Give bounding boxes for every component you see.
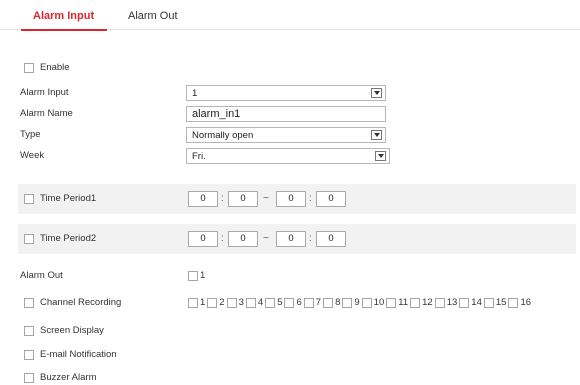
time-period1-row: Time Period1 0 : 0 ~ 0 : 0 bbox=[18, 184, 576, 214]
channel-1-checkbox[interactable] bbox=[188, 297, 198, 308]
alarm-out-1-checkbox[interactable] bbox=[188, 271, 198, 281]
channel-12-checkbox[interactable] bbox=[410, 297, 421, 308]
channel-9-label: 9 bbox=[354, 297, 360, 308]
enable-checkbox[interactable] bbox=[24, 63, 34, 73]
channel-13-checkbox[interactable] bbox=[434, 297, 445, 308]
enable-label: Enable bbox=[40, 62, 70, 73]
channel-3-label: 3 bbox=[238, 297, 244, 308]
tab-bar: Alarm Input Alarm Out bbox=[0, 0, 580, 31]
tab-alarm-out[interactable]: Alarm Out bbox=[128, 10, 178, 22]
time-colon: : bbox=[309, 233, 312, 244]
channel-2-checkbox[interactable] bbox=[207, 297, 218, 308]
week-value: Fri. bbox=[192, 151, 206, 162]
channel-15-label: 15 bbox=[495, 297, 507, 308]
channel-5-checkbox[interactable] bbox=[265, 297, 276, 308]
type-select[interactable]: Normally open bbox=[186, 127, 386, 143]
channel-13-label: 13 bbox=[446, 297, 458, 308]
type-value: Normally open bbox=[192, 130, 254, 141]
channel-4-label: 4 bbox=[257, 297, 264, 308]
time-period1-start-hour[interactable]: 0 bbox=[188, 191, 218, 207]
channel-7-label: 7 bbox=[315, 297, 322, 308]
time-colon: : bbox=[221, 233, 224, 244]
week-label: Week bbox=[20, 150, 45, 161]
time-period2-checkbox[interactable] bbox=[24, 234, 34, 244]
time-period2-row: Time Period2 0 : 0 ~ 0 : 0 bbox=[18, 224, 576, 254]
screen-display-checkbox[interactable] bbox=[24, 326, 34, 336]
email-notification-label: E-mail Notification bbox=[40, 349, 117, 360]
alarm-input-label: Alarm Input bbox=[20, 87, 69, 98]
time-range-separator: ~ bbox=[263, 193, 269, 204]
channel-9-checkbox[interactable] bbox=[342, 297, 353, 308]
time-period2-start-hour[interactable]: 0 bbox=[188, 231, 218, 247]
alarm-out-label: Alarm Out bbox=[20, 270, 63, 281]
alarm-input-value: 1 bbox=[192, 88, 198, 99]
channel-6-label: 6 bbox=[296, 297, 302, 308]
alarm-input-select[interactable]: 1 bbox=[186, 85, 386, 101]
time-colon: : bbox=[309, 193, 312, 204]
time-period2-start-minute[interactable]: 0 bbox=[228, 231, 258, 247]
alarm-name-label: Alarm Name bbox=[20, 108, 73, 119]
channel-10-label: 10 bbox=[373, 297, 385, 308]
time-period2-end-minute[interactable]: 0 bbox=[316, 231, 346, 247]
channel-11-checkbox[interactable] bbox=[386, 297, 397, 308]
channel-list: 1 2 3 4 5 6 7 8 9 10 11 12 13 14 15 16 bbox=[188, 297, 533, 309]
email-notification-checkbox[interactable] bbox=[24, 350, 34, 360]
channel-11-label: 11 bbox=[398, 297, 409, 308]
channel-1-label: 1 bbox=[200, 297, 206, 308]
channel-16-checkbox[interactable] bbox=[508, 297, 519, 308]
time-period1-checkbox[interactable] bbox=[24, 194, 34, 204]
time-period2-end-hour[interactable]: 0 bbox=[276, 231, 306, 247]
type-label: Type bbox=[20, 129, 41, 140]
channel-3-checkbox[interactable] bbox=[226, 297, 237, 308]
time-period1-label: Time Period1 bbox=[40, 193, 97, 204]
time-period1-end-hour[interactable]: 0 bbox=[276, 191, 306, 207]
channel-8-checkbox[interactable] bbox=[323, 297, 334, 308]
time-colon: : bbox=[221, 193, 224, 204]
channel-4-checkbox[interactable] bbox=[245, 297, 256, 308]
time-period1-end-minute[interactable]: 0 bbox=[316, 191, 346, 207]
channel-15-checkbox[interactable] bbox=[483, 297, 494, 308]
channel-2-label: 2 bbox=[219, 297, 225, 308]
week-select[interactable]: Fri. bbox=[186, 148, 390, 164]
channel-10-checkbox[interactable] bbox=[361, 297, 372, 308]
alarm-name-input[interactable]: alarm_in1 bbox=[186, 106, 386, 122]
channel-14-checkbox[interactable] bbox=[459, 297, 470, 308]
buzzer-alarm-label: Buzzer Alarm bbox=[40, 372, 97, 383]
channel-6-checkbox[interactable] bbox=[284, 297, 295, 308]
channel-12-label: 12 bbox=[422, 297, 433, 308]
tab-alarm-input[interactable]: Alarm Input bbox=[20, 10, 108, 31]
alarm-out-1-label: 1 bbox=[200, 270, 206, 281]
channel-7-checkbox[interactable] bbox=[303, 297, 314, 308]
time-period1-start-minute[interactable]: 0 bbox=[228, 191, 258, 207]
channel-recording-checkbox[interactable] bbox=[24, 298, 34, 308]
screen-display-label: Screen Display bbox=[40, 325, 104, 336]
alarm-name-value: alarm_in1 bbox=[192, 108, 241, 120]
time-period2-label: Time Period2 bbox=[40, 233, 97, 244]
channel-5-label: 5 bbox=[277, 297, 283, 308]
channel-16-label: 16 bbox=[520, 297, 532, 308]
channel-14-label: 14 bbox=[471, 297, 482, 308]
chevron-down-icon bbox=[371, 130, 382, 140]
chevron-down-icon bbox=[375, 151, 386, 161]
channel-recording-label: Channel Recording bbox=[40, 297, 122, 308]
chevron-down-icon bbox=[371, 88, 382, 98]
time-range-separator: ~ bbox=[263, 233, 269, 244]
buzzer-alarm-checkbox[interactable] bbox=[24, 373, 34, 383]
channel-8-label: 8 bbox=[335, 297, 341, 308]
